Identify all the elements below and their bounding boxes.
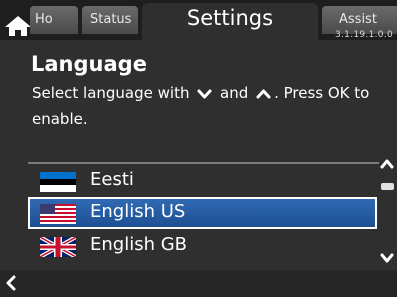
tab-assist-label: Assist: [339, 12, 377, 27]
uk-flag-icon: [40, 237, 76, 257]
tab-home[interactable]: Ho: [30, 6, 78, 34]
bottom-bar: [0, 270, 397, 297]
tab-bar: Ho Status Settings Assist 3.1.19.1.0.0: [0, 0, 397, 40]
home-icon[interactable]: [4, 15, 32, 37]
estonia-flag-icon: [40, 172, 76, 192]
language-item-english-us[interactable]: English US: [28, 197, 377, 229]
usa-flag-icon: [40, 204, 76, 224]
language-list: Eesti English US English GB: [28, 162, 379, 262]
language-item-label: English US: [90, 201, 186, 222]
chevron-down-icon: [197, 89, 212, 98]
instruction-part-2: and: [220, 84, 249, 102]
tab-status[interactable]: Status: [82, 6, 138, 34]
language-item-eesti[interactable]: Eesti: [28, 165, 377, 197]
tab-status-label: Status: [90, 12, 132, 27]
scrollbar-thumb[interactable]: [381, 183, 394, 190]
chevron-left-icon[interactable]: [4, 275, 18, 291]
scroll-up-chevron-icon[interactable]: [379, 158, 395, 170]
language-item-label: Eesti: [90, 169, 134, 190]
screen: Ho Status Settings Assist 3.1.19.1.0.0 L…: [0, 0, 397, 297]
language-item-label: English GB: [90, 234, 188, 255]
chevron-up-icon: [256, 89, 271, 98]
page-title: Language: [31, 52, 147, 76]
tab-settings-label: Settings: [186, 6, 274, 30]
language-item-english-gb[interactable]: English GB: [28, 230, 377, 262]
version-label: 3.1.19.1.0.0: [335, 30, 393, 40]
instruction-text: Select language with and . Press OK to e…: [32, 80, 377, 132]
instruction-part-1: Select language with: [32, 84, 190, 102]
tab-settings[interactable]: Settings: [142, 3, 318, 40]
scroll-down-chevron-icon[interactable]: [379, 252, 395, 264]
tab-home-label: Ho: [35, 12, 53, 27]
